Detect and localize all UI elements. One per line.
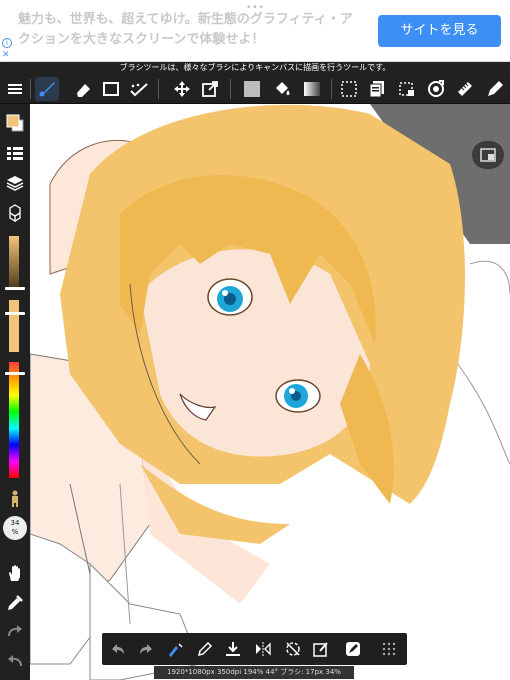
hand-icon[interactable] <box>4 562 26 584</box>
select-icon[interactable] <box>337 77 361 101</box>
redo-icon[interactable] <box>135 638 157 660</box>
brush-settings-icon[interactable] <box>164 638 186 660</box>
ad-visit-site-button[interactable]: サイトを見る <box>378 15 501 47</box>
lasso-icon[interactable] <box>424 77 448 101</box>
undo-icon[interactable] <box>4 650 26 672</box>
canvas-status: 1920*1080px 350dpi 194% 44° ブラシ: 17px 34… <box>154 666 354 679</box>
grid-menu-icon[interactable] <box>378 638 400 660</box>
dots-icon[interactable] <box>127 77 151 101</box>
materials-icon[interactable] <box>4 202 26 224</box>
zoom-badge[interactable]: 34 % <box>3 516 27 540</box>
artwork <box>30 104 510 680</box>
color-swatch[interactable] <box>4 112 26 134</box>
flip-icon[interactable] <box>252 638 274 660</box>
eyedropper-icon[interactable] <box>4 592 26 614</box>
ad-text: 魅力も、世界も、超えてゆけ。新生態のグラフィティ・アクションを大きなスクリーンで… <box>18 12 353 47</box>
brush-size-slider[interactable] <box>9 236 19 290</box>
download-icon[interactable] <box>222 638 244 660</box>
opacity-slider[interactable] <box>9 300 19 352</box>
top-toolbar <box>0 74 510 104</box>
brush-list-icon[interactable] <box>4 142 26 164</box>
pen-icon[interactable] <box>483 77 507 101</box>
menu-icon[interactable] <box>3 77 27 101</box>
figure-icon[interactable] <box>4 488 26 510</box>
transform-icon[interactable] <box>198 77 222 101</box>
gradient-icon[interactable] <box>300 77 324 101</box>
undo-icon[interactable] <box>107 638 129 660</box>
rotate-reset-icon[interactable] <box>282 638 304 660</box>
ad-info-icon[interactable]: i <box>2 38 12 48</box>
quick-menu-icon[interactable] <box>342 638 364 660</box>
drawing-canvas[interactable] <box>30 104 510 680</box>
layer-copy-icon[interactable] <box>365 77 389 101</box>
ad-banner[interactable]: ••• 魅力も、世界も、超えてゆけ。新生態のグラフィティ・アクションを大きなスク… <box>0 0 510 62</box>
tool-tooltip: ブラシツールは、様々なブラシによりキャンバスに描画を行うツールです。 <box>0 62 510 74</box>
eraser-icon[interactable] <box>71 77 95 101</box>
opacity-knob[interactable] <box>5 312 25 315</box>
brush-size-knob[interactable] <box>5 287 25 290</box>
edit-icon[interactable] <box>310 638 332 660</box>
ad-close-icon[interactable]: ✕ <box>2 50 10 60</box>
pencil-icon[interactable] <box>194 638 216 660</box>
rectangle-icon[interactable] <box>99 77 123 101</box>
move-icon[interactable] <box>170 77 194 101</box>
redo-icon[interactable] <box>4 620 26 642</box>
canvas-view-toggle[interactable] <box>472 141 504 169</box>
bottom-toolbar <box>102 633 407 665</box>
app-root: ••• 魅力も、世界も、超えてゆけ。新生態のグラフィティ・アクションを大きなスク… <box>0 0 510 680</box>
zoom-value: 34 <box>10 519 20 527</box>
left-sidebar: 34 % <box>0 104 30 680</box>
ruler-icon[interactable] <box>453 77 477 101</box>
hue-knob[interactable] <box>5 372 25 375</box>
brush-icon[interactable] <box>35 77 59 101</box>
hue-slider[interactable] <box>9 362 19 478</box>
bucket-icon[interactable] <box>270 77 294 101</box>
select-dash-icon[interactable] <box>395 77 419 101</box>
layers-icon[interactable] <box>4 172 26 194</box>
fill-swatch-icon[interactable] <box>240 77 264 101</box>
zoom-unit: % <box>11 528 19 536</box>
